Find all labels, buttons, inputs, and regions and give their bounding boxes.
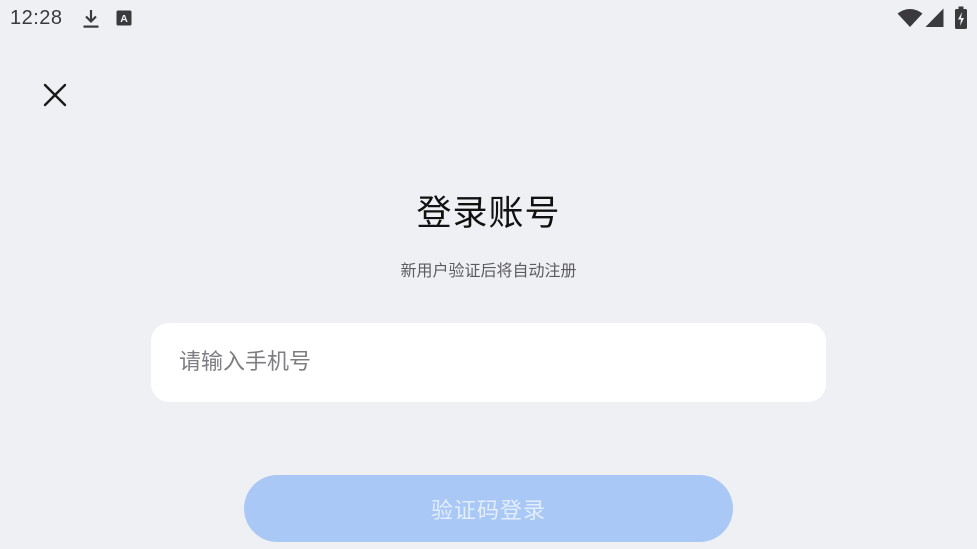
download-icon [83, 10, 99, 28]
keyboard-a-icon: A [116, 10, 132, 26]
status-time: 12:28 [10, 7, 63, 29]
battery-charging-icon [955, 6, 967, 29]
wifi-icon [897, 9, 923, 27]
page-subtitle: 新用户验证后将自动注册 [400, 261, 577, 280]
close-icon [43, 83, 67, 107]
phone-field[interactable] [151, 323, 826, 402]
close-button[interactable] [36, 76, 74, 114]
page-title: 登录账号 [416, 194, 561, 234]
phone-input[interactable] [177, 349, 800, 376]
svg-text:A: A [120, 13, 128, 25]
status-bar: 12:28 A [0, 0, 977, 38]
signal-icon [925, 8, 944, 27]
sms-login-button[interactable]: 验证码登录 [244, 475, 733, 542]
